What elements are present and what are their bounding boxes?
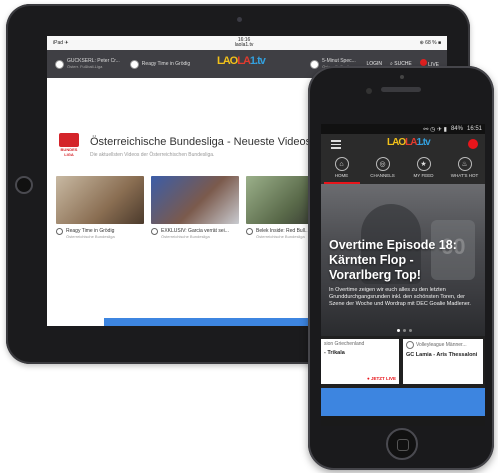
tab-label: WHAT'S HOT <box>450 173 479 178</box>
soccer-ball-icon <box>246 228 253 235</box>
phone-status-bar: ⚯ ◷ ✈ ▮ 84% 16:51 <box>321 124 485 134</box>
tab-label: CHANNELS <box>370 173 395 178</box>
section-title: Österreichische Bundesliga - Neueste Vid… <box>90 136 312 148</box>
soccer-ball-icon <box>129 59 139 69</box>
iphone-home-button[interactable] <box>386 428 418 460</box>
front-camera <box>400 75 404 79</box>
live-now-badge: ● JETZT LIVE <box>367 376 396 381</box>
tab-label: HOME <box>334 173 349 178</box>
carousel-dots[interactable] <box>397 329 412 332</box>
video-league: Österreichische Bundesliga <box>256 234 305 239</box>
video-card[interactable]: EXKLUSIV: Garcia verrät sei... Österreich… <box>151 176 239 239</box>
phone-screen: ⚯ ◷ ✈ ▮ 84% 16:51 LAOLA1.tv ⌂ HOME ◎ CHA… <box>321 124 485 426</box>
logo-part: LAO <box>387 137 406 148</box>
hamburger-menu-icon[interactable] <box>331 140 341 151</box>
ipad-camera <box>237 17 242 22</box>
earpiece-speaker <box>381 87 421 92</box>
tab-home[interactable]: ⌂ HOME <box>323 157 360 184</box>
proximity-sensor <box>366 88 372 94</box>
laola-logo[interactable]: LAOLA1.tv <box>387 137 431 148</box>
header-item-title: Reagy Time in Grödig <box>141 61 191 67</box>
bundesliga-logo-mark <box>59 133 79 147</box>
header-video-item[interactable]: Reagy Time in Grödig <box>129 59 191 69</box>
soccer-ball-icon <box>56 228 63 235</box>
tab-my-feed[interactable]: ★ MY FEED <box>406 157 442 184</box>
status-time: 16:51 <box>466 126 482 132</box>
video-league: Österreichische Bundesliga <box>66 234 115 239</box>
live-card[interactable]: Volleyleague Männer... GC Lamia - Aris T… <box>403 339 483 384</box>
card-match: GC Lamia - Aris Thessaloni <box>406 352 478 358</box>
bundesliga-logo: BUNDES LIGA <box>57 133 81 159</box>
live-dot-icon <box>419 59 427 66</box>
star-icon: ★ <box>416 157 431 171</box>
soccer-ball-icon <box>151 228 158 235</box>
status-right: ⊕ 68 % ■ <box>419 40 441 46</box>
app-toolbar: LAOLA1.tv <box>321 134 485 154</box>
card-league: Volleyleague Männer... <box>416 342 467 348</box>
live-cards: sion Griechenland - Trikala ● JETZT LIVE… <box>321 336 485 388</box>
video-league: Österreichische Bundesliga <box>161 234 210 239</box>
live-indicator-icon[interactable] <box>468 139 478 149</box>
soccer-ball-icon <box>310 59 320 69</box>
status-icons: ⚯ ◷ ✈ ▮ <box>423 126 447 133</box>
card-match: - Trikala <box>324 350 345 356</box>
flame-icon: ♨ <box>457 157 472 171</box>
bundesliga-logo-label: BUNDES LIGA <box>60 147 78 157</box>
video-thumbnail[interactable] <box>151 176 239 224</box>
tab-label: MY FEED <box>413 173 434 178</box>
channels-icon: ◎ <box>375 157 390 171</box>
battery-level: 84% <box>450 126 463 132</box>
status-left: iPad ✈ <box>53 40 69 46</box>
laola-logo[interactable]: LAOLA1.tv <box>217 55 266 67</box>
section-subtitle: Die aktuellsten Videos der Österreichisc… <box>90 152 215 158</box>
logo-part: LAO <box>217 55 238 67</box>
live-card[interactable]: sion Griechenland - Trikala ● JETZT LIVE <box>321 339 399 384</box>
logo-part: LA <box>237 55 251 67</box>
card-league: sion Griechenland <box>324 341 365 347</box>
volleyball-icon <box>406 341 414 349</box>
header-item-sub: Österr. Fußball-Liga <box>67 64 103 69</box>
video-thumbnail[interactable] <box>56 176 144 224</box>
header-video-item[interactable]: GUCKSERL: Peter Cr... Österr. Fußball-Lig… <box>55 58 120 70</box>
hero-title[interactable]: Overtime Episode 18: Kärnten Flop - Vora… <box>329 238 479 283</box>
status-url[interactable]: laola1.tv <box>235 43 254 48</box>
ipad-home-button[interactable] <box>15 176 33 194</box>
logo-part: 1.tv <box>249 55 266 67</box>
tab-whats-hot[interactable]: ♨ WHAT'S HOT <box>447 157 483 184</box>
home-icon: ⌂ <box>334 157 349 171</box>
video-list: Reagy Time in Grödig Österreichische Bund… <box>56 176 334 239</box>
logo-part: 1.tv <box>416 137 430 148</box>
iphone-device: ⚯ ◷ ✈ ▮ 84% 16:51 LAOLA1.tv ⌂ HOME ◎ CHA… <box>308 66 494 470</box>
video-card[interactable]: Reagy Time in Grödig Österreichische Bund… <box>56 176 144 239</box>
soccer-ball-icon <box>55 59 64 69</box>
logo-part: LA <box>405 137 417 148</box>
banner-bar[interactable] <box>321 388 485 416</box>
ipad-status-bar: iPad ✈ 16:16 laola1.tv ⊕ 68 % ■ <box>47 36 447 50</box>
app-tabbar: ⌂ HOME ◎ CHANNELS ★ MY FEED ♨ WHAT'S HOT <box>321 154 485 184</box>
hero-description: In Overtime zeigen wir euch alles zu den… <box>329 287 471 307</box>
tab-channels[interactable]: ◎ CHANNELS <box>365 157 401 184</box>
hero-slide[interactable]: 60 Overtime Episode 18: Kärnten Flop - V… <box>321 184 485 336</box>
